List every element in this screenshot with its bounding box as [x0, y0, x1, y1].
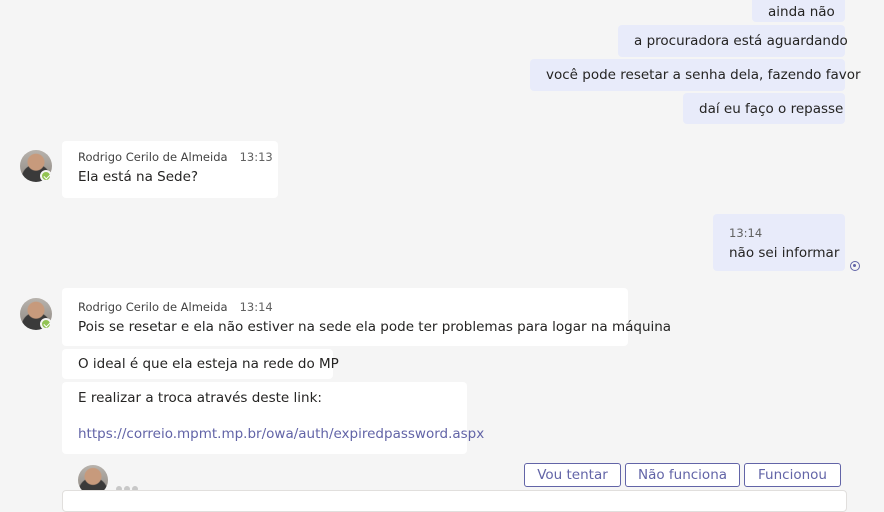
- message-text: daí eu faço o repasse: [699, 101, 844, 117]
- my-message-2: a procuradora está aguardando: [618, 25, 848, 57]
- my-message-1: ainda não: [752, 0, 845, 22]
- presence-available-icon: [40, 318, 52, 330]
- my-message-3: você pode resetar a senha dela, fazendo …: [530, 59, 861, 91]
- timestamp: 13:13: [239, 150, 273, 164]
- suggested-reply-nao-funciona[interactable]: Não funciona: [625, 463, 740, 487]
- compose-box[interactable]: [62, 490, 847, 512]
- message-text: E realizar a troca através deste link:: [78, 390, 322, 406]
- suggested-reply-funcionou[interactable]: Funcionou: [744, 463, 841, 487]
- incoming-message-1: Rodrigo Cerilo de Almeida 13:13 Ela está …: [62, 141, 278, 198]
- message-text: não sei informar: [729, 245, 840, 261]
- timestamp: 13:14: [729, 226, 763, 240]
- author-name[interactable]: Rodrigo Cerilo de Almeida: [78, 150, 228, 164]
- seen-icon: [850, 261, 860, 271]
- message-header: Rodrigo Cerilo de Almeida 13:14: [78, 298, 612, 316]
- my-message-5: 13:14 não sei informar: [713, 214, 845, 271]
- password-link[interactable]: https://correio.mpmt.mp.br/owa/auth/expi…: [78, 425, 484, 443]
- message-text: Ela está na Sede?: [78, 169, 199, 185]
- message-text: você pode resetar a senha dela, fazendo …: [546, 67, 861, 83]
- message-text: ainda não: [768, 4, 835, 20]
- timestamp: 13:14: [239, 300, 273, 314]
- incoming-message-4: E realizar a troca através deste link: h…: [62, 382, 484, 454]
- author-name[interactable]: Rodrigo Cerilo de Almeida: [78, 300, 228, 314]
- suggested-reply-vou-tentar[interactable]: Vou tentar: [524, 463, 621, 487]
- message-text: O ideal é que ela esteja na rede do MP: [78, 356, 339, 372]
- message-header: Rodrigo Cerilo de Almeida 13:13: [78, 148, 273, 166]
- message-text: a procuradora está aguardando: [634, 33, 848, 49]
- incoming-message-2: Rodrigo Cerilo de Almeida 13:14 Pois se r…: [62, 288, 672, 346]
- my-message-4: daí eu faço o repasse: [683, 93, 845, 124]
- incoming-message-3: O ideal é que ela esteja na rede do MP: [62, 349, 339, 379]
- presence-available-icon: [40, 170, 52, 182]
- message-text: Pois se resetar e ela não estiver na sed…: [78, 319, 672, 335]
